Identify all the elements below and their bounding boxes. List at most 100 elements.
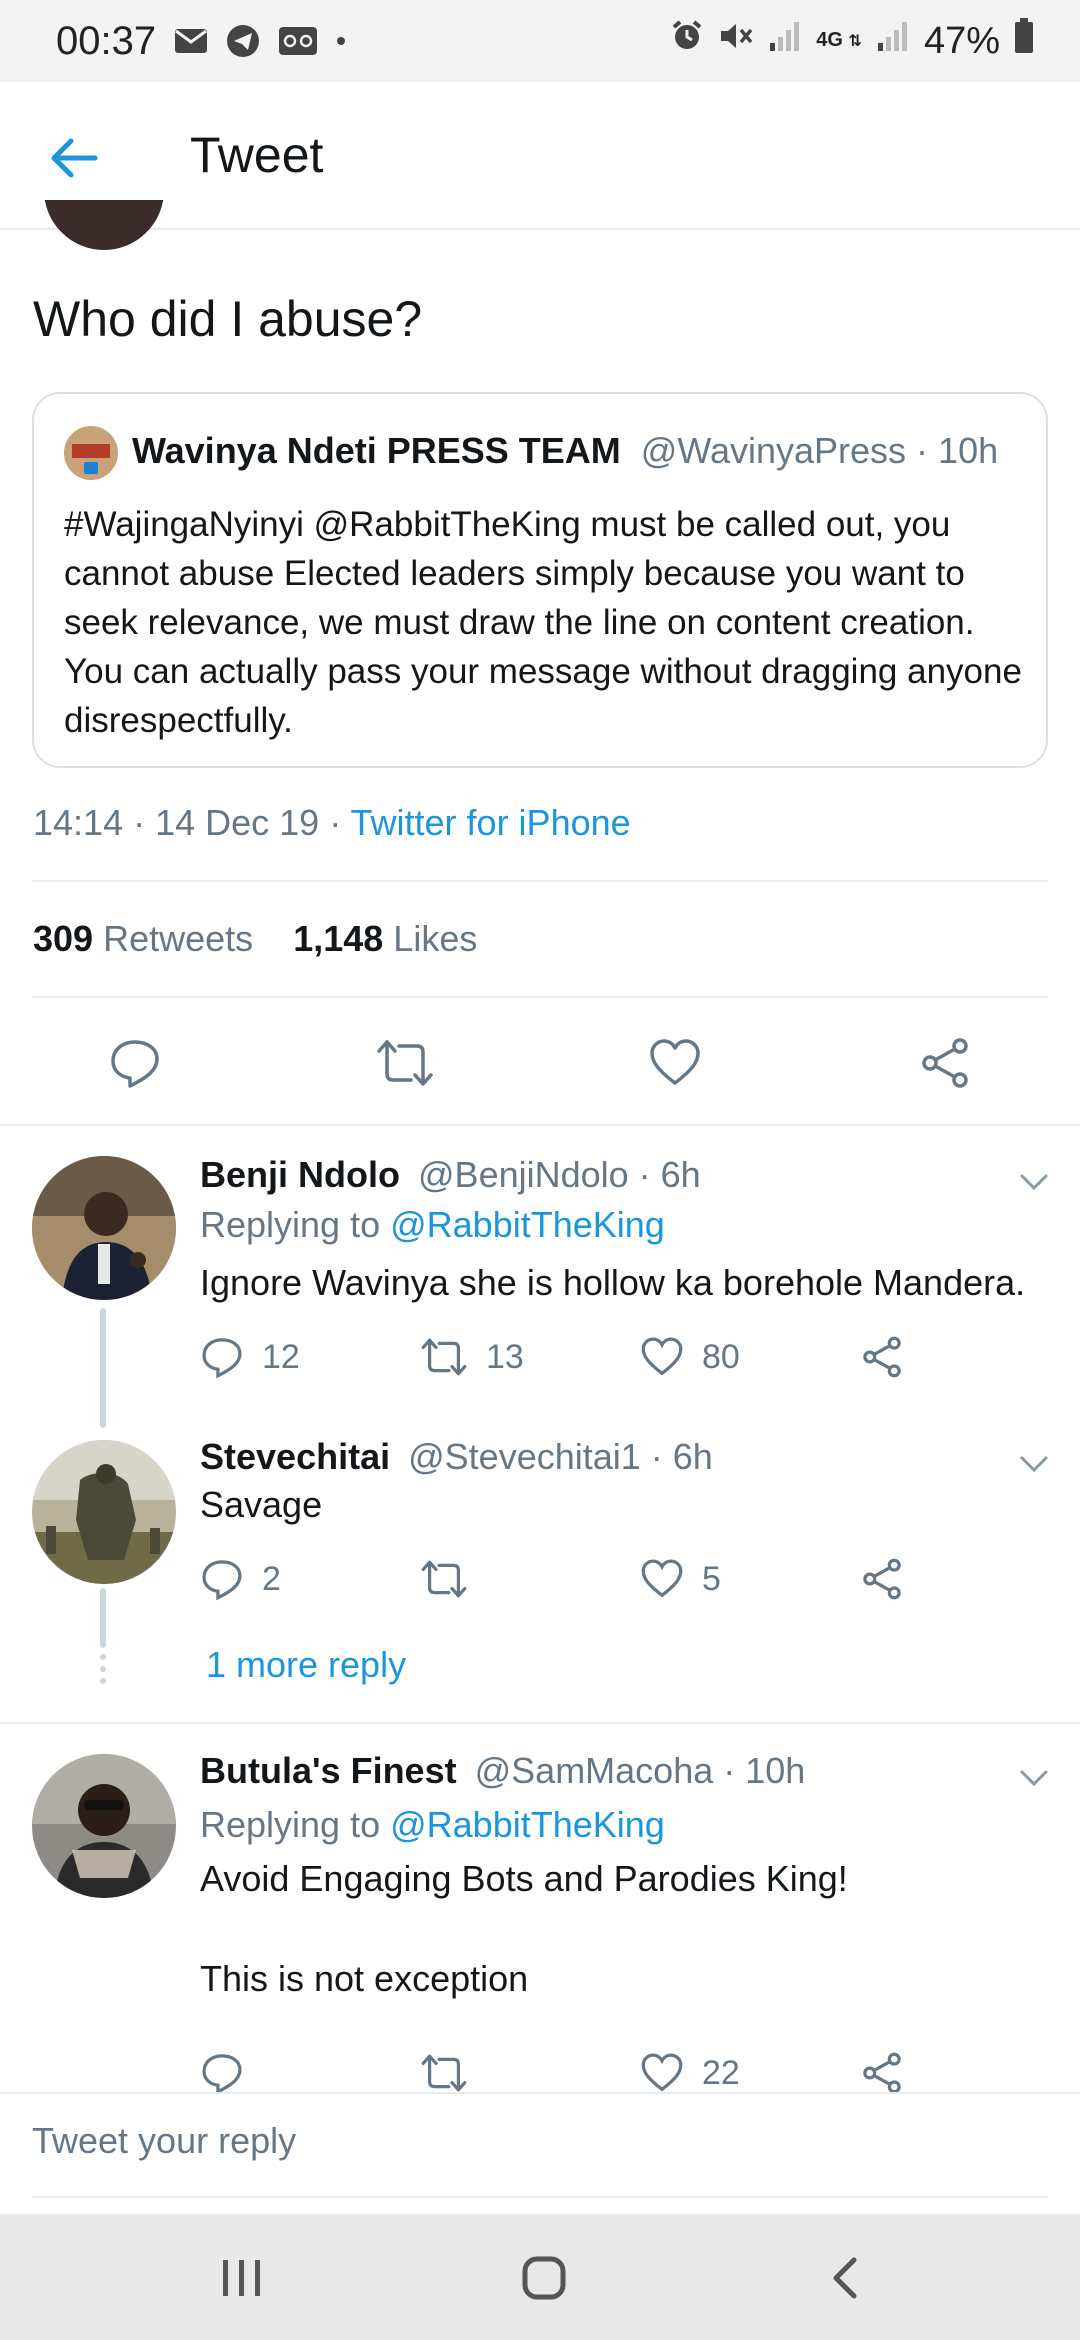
retweets-stat[interactable]: 309 Retweets	[33, 918, 253, 959]
avatar[interactable]	[32, 1440, 176, 1584]
reply-input-underline	[32, 2196, 1048, 2198]
reply-share-button[interactable]	[860, 1332, 904, 1382]
quoted-author-name: Wavinya Ndeti PRESS TEAM	[132, 430, 621, 471]
share-icon	[922, 1038, 968, 1088]
reply-share-button[interactable]	[860, 2048, 904, 2098]
mute-icon	[718, 19, 754, 63]
quoted-tweet-header: Wavinya Ndeti PRESS TEAM @WavinyaPress ·…	[132, 430, 998, 472]
battery-percent: 47%	[923, 19, 1000, 62]
reply-button[interactable]	[102, 1030, 168, 1096]
nav-recents-button[interactable]	[212, 2248, 272, 2308]
nav-back-button[interactable]	[816, 2248, 876, 2308]
tweet-source-link[interactable]: Twitter for iPhone	[351, 802, 631, 843]
avatar[interactable]	[32, 1156, 176, 1300]
divider	[0, 2092, 1080, 2094]
divider	[0, 1124, 1080, 1126]
quoted-tweet-text: #WajingaNyinyi @RabbitTheKing must be ca…	[64, 505, 1022, 740]
replying-to: Replying to @RabbitTheKing	[200, 1804, 665, 1846]
status-left: 00:37	[56, 19, 346, 64]
divider	[32, 880, 1048, 882]
thread-dots	[98, 1654, 108, 1690]
reply-icon	[202, 1338, 242, 1379]
reply-actions: 22	[200, 2048, 960, 2098]
share-icon	[863, 2052, 901, 2094]
reply-handle-time: @SamMacoha · 10h	[474, 1750, 806, 1791]
reply-reply-button[interactable]: 12	[200, 1332, 300, 1382]
like-count: 5	[702, 1559, 721, 1598]
like-count: 22	[702, 2053, 740, 2092]
reply-header: Butula's Finest @SamMacoha · 10h	[200, 1750, 805, 1792]
reply-text: Avoid Engaging Bots and Parodies King! T…	[200, 1858, 848, 1999]
replying-handle[interactable]: @RabbitTheKing	[390, 1804, 665, 1845]
share-icon	[863, 1336, 901, 1378]
reply-handle-time: @Stevechitai1 · 6h	[408, 1436, 713, 1477]
voicemail-icon	[278, 26, 318, 56]
quoted-tweet[interactable]: Wavinya Ndeti PRESS TEAM @WavinyaPress ·…	[32, 392, 1048, 768]
quoted-tweet-avatar	[64, 426, 118, 480]
nav-back-icon	[833, 2257, 857, 2299]
retweet-icon	[377, 1040, 433, 1086]
chevron-down-icon	[1020, 1174, 1048, 1191]
thread-line	[100, 1588, 106, 1648]
telegram-icon	[226, 24, 260, 58]
mail-icon	[174, 28, 208, 54]
reply-icon	[111, 1040, 159, 1088]
reply-retweet-button[interactable]: 13	[420, 1332, 524, 1382]
reply-input[interactable]: Tweet your reply	[32, 2120, 296, 2162]
reply-reply-button[interactable]: 2	[200, 1554, 281, 1604]
chevron-down-icon	[1020, 1456, 1048, 1473]
reply-handle-time: @BenjiNdolo · 6h	[418, 1154, 701, 1195]
reply-menu-button[interactable]	[1016, 1760, 1052, 1796]
like-icon	[641, 1337, 683, 1376]
retweet-button[interactable]	[372, 1030, 438, 1096]
more-replies-link[interactable]: 1 more reply	[206, 1644, 406, 1686]
tweet-stats: 309 Retweets 1,148 Likes	[33, 918, 477, 960]
status-time: 00:37	[56, 18, 157, 63]
reply-actions: 12 13 80	[200, 1332, 960, 1382]
replying-to: Replying to @RabbitTheKing	[200, 1204, 665, 1246]
reply-share-button[interactable]	[860, 1554, 904, 1604]
reply-count: 2	[262, 1559, 281, 1598]
share-icon	[863, 1558, 901, 1600]
avatar[interactable]	[32, 1754, 176, 1898]
alarm-icon	[670, 19, 704, 63]
replying-prefix: Replying to	[200, 1204, 391, 1245]
like-button[interactable]	[642, 1030, 708, 1096]
reply-reply-button[interactable]	[200, 2048, 262, 2098]
retweets-label: Retweets	[103, 918, 254, 959]
network-4g-icon: 4G ⇅	[816, 29, 862, 51]
battery-icon	[1014, 18, 1034, 64]
like-icon	[641, 2053, 683, 2092]
reply-author-name[interactable]: Benji Ndolo	[200, 1154, 400, 1195]
like-icon	[650, 1039, 700, 1085]
network-label: 4G	[816, 29, 843, 51]
likes-count: 1,148	[293, 918, 384, 959]
reply-menu-button[interactable]	[1016, 1164, 1052, 1200]
reply-like-button[interactable]: 80	[640, 1332, 740, 1382]
reply-menu-button[interactable]	[1016, 1446, 1052, 1482]
back-button[interactable]	[44, 128, 104, 188]
tweet-timestamp: 14:14 · 14 Dec 19 ·	[33, 802, 351, 843]
reply-author-name[interactable]: Butula's Finest	[200, 1750, 457, 1791]
reply-retweet-button[interactable]	[420, 1554, 486, 1604]
reply-author-name[interactable]: Stevechitai	[200, 1436, 390, 1477]
author-avatar-peek[interactable]	[44, 200, 164, 250]
reply-retweet-button[interactable]	[420, 2048, 486, 2098]
retweet-icon	[421, 1338, 467, 1376]
reply-icon	[202, 2054, 242, 2095]
reply-like-button[interactable]: 22	[640, 2048, 740, 2098]
tweet-actions	[0, 1030, 1080, 1096]
share-button[interactable]	[912, 1030, 978, 1096]
reply-header: Stevechitai @Stevechitai1 · 6h	[200, 1436, 713, 1478]
thread-line	[100, 1308, 106, 1428]
likes-stat[interactable]: 1,148 Likes	[293, 918, 477, 959]
reply-actions: 2 5	[200, 1554, 960, 1604]
quoted-handle-time: @WavinyaPress · 10h	[640, 430, 999, 471]
retweet-icon	[421, 1560, 467, 1598]
page-title: Tweet	[190, 127, 324, 183]
reply-like-button[interactable]: 5	[640, 1554, 721, 1604]
nav-recents-icon	[223, 2260, 260, 2296]
replying-handle[interactable]: @RabbitTheKing	[390, 1204, 665, 1245]
status-bar: 00:37 4G ⇅ 47%	[0, 0, 1080, 82]
nav-home-button[interactable]	[514, 2248, 574, 2308]
